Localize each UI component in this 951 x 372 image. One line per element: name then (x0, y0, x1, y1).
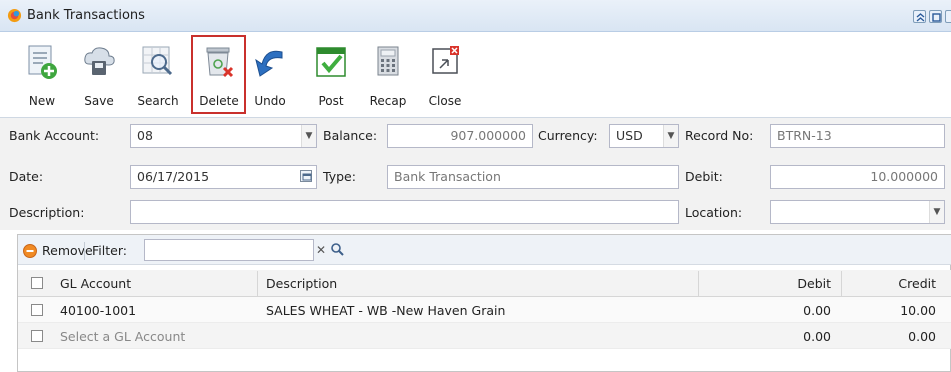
select-all-checkbox[interactable] (31, 277, 43, 289)
debit-field[interactable]: 10.000000 (770, 165, 945, 189)
row-debit[interactable]: 0.00 (771, 303, 831, 318)
post-button[interactable]: Post (311, 36, 351, 112)
post-calendar-check-icon (316, 47, 346, 77)
delete-label: Delete (199, 94, 239, 108)
row-gl-account[interactable]: Select a GL Account (60, 329, 185, 344)
record-no-label: Record No: (685, 128, 754, 143)
clear-filter-icon[interactable]: ✕ (316, 243, 326, 257)
new-button[interactable]: New (21, 36, 63, 112)
filter-label: Filter: (92, 243, 127, 258)
toolbar-divider (84, 242, 85, 260)
filter-input[interactable] (144, 239, 314, 261)
post-label: Post (318, 94, 344, 108)
column-header-credit[interactable]: Credit (866, 276, 936, 291)
description-label: Description: (9, 205, 85, 220)
record-no-field[interactable]: BTRN-13 (770, 124, 945, 148)
recap-button[interactable]: Recap (367, 36, 409, 112)
filter-search-icon[interactable] (330, 242, 344, 256)
column-divider (257, 271, 258, 296)
restore-icon[interactable] (913, 10, 926, 23)
recap-label: Recap (369, 94, 407, 108)
close-label: Close (428, 94, 462, 108)
location-field[interactable] (770, 200, 945, 224)
delete-button[interactable]: Delete (194, 36, 244, 112)
app-logo-icon (7, 8, 22, 23)
undo-arrow-icon (255, 50, 283, 77)
remove-label: Remove (42, 243, 93, 258)
date-field[interactable]: 06/17/2015 (130, 165, 317, 189)
save-button[interactable]: Save (78, 36, 120, 112)
search-label: Search (137, 94, 179, 108)
calendar-picker-icon[interactable] (300, 170, 312, 182)
debit-label: Debit: (685, 169, 723, 184)
bank-account-label: Bank Account: (9, 128, 100, 143)
close-window-icon[interactable] (945, 10, 951, 23)
date-label: Date: (9, 169, 44, 184)
search-button[interactable]: Search (133, 36, 183, 112)
row-checkbox[interactable] (31, 330, 43, 342)
bank-account-dropdown-icon[interactable]: ▼ (301, 125, 316, 147)
new-label: New (28, 94, 56, 108)
type-label: Type: (323, 169, 356, 184)
column-divider (698, 271, 699, 296)
close-window-doc-icon (432, 46, 459, 74)
column-header-gl-account[interactable]: GL Account (60, 276, 131, 291)
column-header-debit[interactable]: Debit (771, 276, 831, 291)
new-document-icon (28, 45, 57, 79)
delete-trash-icon (206, 47, 234, 78)
save-cloud-icon (84, 47, 115, 75)
window-title: Bank Transactions (27, 8, 145, 23)
remove-icon (23, 244, 37, 258)
balance-field[interactable]: 907.000000 (387, 124, 533, 148)
date-value: 06/17/2015 (137, 169, 210, 184)
bank-account-field[interactable]: 08 (130, 124, 317, 148)
column-divider (841, 271, 842, 296)
debit-value: 10.000000 (870, 169, 938, 184)
close-button[interactable]: Close (425, 36, 465, 112)
row-credit[interactable]: 0.00 (866, 329, 936, 344)
record-no-value: BTRN-13 (777, 128, 832, 143)
location-dropdown-icon[interactable]: ▼ (929, 201, 944, 223)
currency-value: USD (616, 128, 643, 143)
location-label: Location: (685, 205, 743, 220)
undo-button[interactable]: Undo (252, 36, 288, 112)
remove-button[interactable]: Remove (23, 243, 93, 261)
bank-account-value: 08 (137, 128, 153, 143)
row-checkbox[interactable] (31, 304, 43, 316)
type-value: Bank Transaction (394, 169, 501, 184)
currency-dropdown-icon[interactable]: ▼ (663, 125, 678, 147)
column-header-description[interactable]: Description (266, 276, 337, 291)
row-gl-account[interactable]: 40100-1001 (60, 303, 136, 318)
undo-label: Undo (254, 94, 286, 108)
row-description[interactable]: SALES WHEAT - WB -New Haven Grain (266, 303, 505, 318)
row-debit[interactable]: 0.00 (771, 329, 831, 344)
description-field[interactable] (130, 200, 679, 224)
maximize-icon[interactable] (929, 10, 942, 23)
save-label: Save (84, 94, 114, 108)
search-grid-icon (142, 46, 173, 76)
type-field[interactable]: Bank Transaction (387, 165, 679, 189)
balance-value: 907.000000 (450, 128, 526, 143)
balance-label: Balance: (323, 128, 378, 143)
row-credit[interactable]: 10.00 (866, 303, 936, 318)
currency-label: Currency: (538, 128, 598, 143)
recap-calculator-icon (377, 46, 399, 76)
